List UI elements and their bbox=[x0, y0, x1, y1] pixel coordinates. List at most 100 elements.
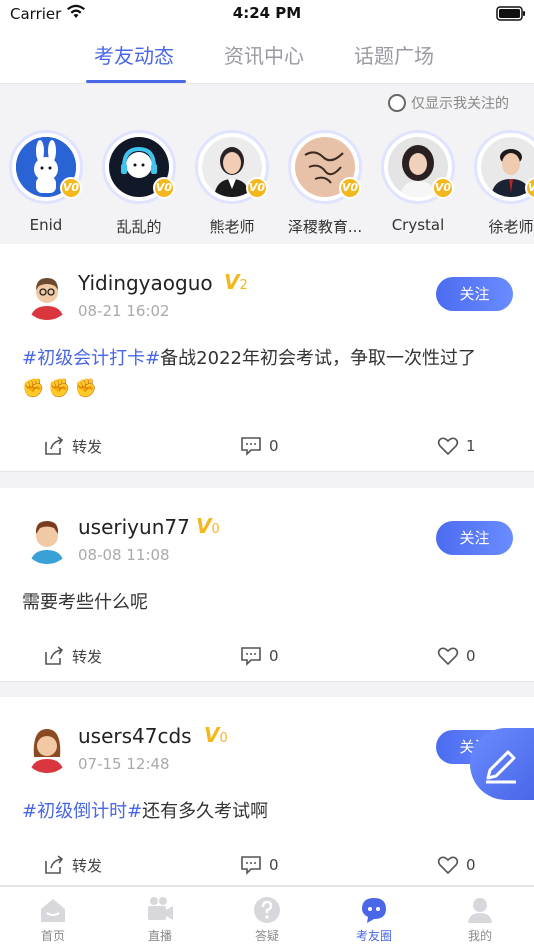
post-content: #初级倒计时#还有多久考试啊 bbox=[22, 797, 512, 827]
filter-row: 仅显示我关注的 bbox=[0, 84, 534, 120]
featured-user-name: 乱乱的 bbox=[116, 218, 162, 236]
heart-icon bbox=[437, 647, 459, 666]
home-icon bbox=[41, 899, 65, 922]
nav-live[interactable]: 直播 bbox=[125, 895, 195, 944]
comment-icon bbox=[241, 856, 261, 875]
avatar: V0 bbox=[474, 130, 534, 204]
active-tab-indicator bbox=[86, 80, 186, 83]
comment-count: 0 bbox=[269, 437, 279, 455]
heart-icon bbox=[437, 437, 459, 456]
like-button[interactable]: 0 bbox=[436, 853, 476, 877]
nav-label: 直播 bbox=[147, 929, 172, 943]
post-card[interactable]: Yidingyaoguo V2 08-21 16:02 关注 #初级会计打卡#备… bbox=[0, 244, 534, 472]
comment-icon bbox=[241, 647, 261, 666]
nav-label: 考友圈 bbox=[355, 929, 392, 943]
nav-label: 首页 bbox=[40, 929, 65, 943]
status-bar: Carrier 4:24 PM bbox=[0, 0, 534, 28]
level-number: 2 bbox=[239, 278, 248, 293]
battery-icon bbox=[496, 6, 525, 21]
featured-user-luanluan[interactable]: V0 乱乱的 bbox=[93, 130, 183, 240]
post-content: 需要考些什么呢 bbox=[22, 588, 512, 618]
vip-badge: V0 bbox=[525, 177, 534, 199]
like-count: 0 bbox=[466, 647, 476, 665]
post-username[interactable]: useriyun77 bbox=[78, 515, 190, 539]
featured-user-enid[interactable]: V0 Enid bbox=[0, 130, 90, 240]
avatar: V0 bbox=[381, 130, 455, 204]
only-following-label[interactable]: 仅显示我关注的 bbox=[411, 93, 509, 113]
nav-qa[interactable]: 答疑 bbox=[232, 895, 302, 944]
featured-user-name: Enid bbox=[29, 216, 63, 234]
avatar: V0 bbox=[102, 130, 176, 204]
forward-label: 转发 bbox=[72, 437, 103, 456]
clock: 4:24 PM bbox=[232, 4, 302, 22]
forward-button[interactable]: 转发 bbox=[42, 434, 102, 458]
nav-home[interactable]: 首页 bbox=[18, 895, 88, 944]
share-icon bbox=[45, 855, 64, 874]
avatar[interactable] bbox=[22, 270, 72, 320]
vip-badge: V0 bbox=[339, 177, 361, 199]
level-badge: V0 bbox=[204, 723, 228, 747]
user-avatar-icon bbox=[22, 723, 72, 773]
comment-button[interactable]: 0 bbox=[239, 434, 279, 458]
level-number: 0 bbox=[219, 731, 228, 746]
level-number: 0 bbox=[211, 522, 220, 537]
nav-exam-circle[interactable]: 考友圈 bbox=[339, 895, 409, 944]
avatar: V0 bbox=[9, 130, 83, 204]
like-button[interactable]: 1 bbox=[436, 434, 476, 458]
compose-button[interactable] bbox=[470, 728, 534, 800]
comment-button[interactable]: 0 bbox=[239, 644, 279, 668]
heart-icon bbox=[437, 856, 459, 875]
bottom-nav: 首页 直播 答疑 考友圈 我的 bbox=[0, 886, 534, 950]
share-icon bbox=[45, 436, 64, 455]
vip-badge: V0 bbox=[153, 177, 175, 199]
post-card[interactable]: users47cds V0 07-15 12:48 关注 #初级倒计时#还有多久… bbox=[0, 697, 534, 886]
comment-icon bbox=[241, 437, 261, 456]
level-badge: V0 bbox=[196, 514, 220, 538]
avatar: V0 bbox=[195, 130, 269, 204]
follow-button[interactable]: 关注 bbox=[436, 277, 513, 311]
vip-badge: V0 bbox=[432, 177, 454, 199]
avatar[interactable] bbox=[22, 514, 72, 564]
like-button[interactable]: 0 bbox=[436, 644, 476, 668]
pencil-icon bbox=[486, 750, 516, 784]
top-tabs: 考友动态 资讯中心 话题广场 bbox=[0, 28, 534, 84]
like-count: 1 bbox=[466, 437, 476, 455]
comment-button[interactable]: 0 bbox=[239, 853, 279, 877]
video-icon bbox=[148, 897, 173, 920]
post-username[interactable]: Yidingyaoguo bbox=[78, 271, 213, 295]
share-icon bbox=[45, 646, 64, 665]
question-icon bbox=[254, 897, 280, 923]
forward-label: 转发 bbox=[72, 856, 103, 875]
post-hashtag[interactable]: #初级会计打卡# bbox=[22, 348, 160, 369]
post-hashtag[interactable]: #初级倒计时# bbox=[22, 801, 142, 822]
only-following-checkbox[interactable] bbox=[388, 94, 406, 112]
comment-count: 0 bbox=[269, 647, 279, 665]
featured-user-teacher-xiong[interactable]: V0 熊老师 bbox=[186, 130, 276, 240]
featured-user-crystal[interactable]: V0 Crystal bbox=[372, 130, 462, 240]
tab-exam-friends[interactable]: 考友动态 bbox=[94, 40, 174, 69]
post-username[interactable]: users47cds bbox=[78, 724, 192, 748]
profile-icon bbox=[468, 898, 492, 923]
featured-user-name: 熊老师 bbox=[209, 218, 255, 236]
avatar[interactable] bbox=[22, 723, 72, 773]
follow-button[interactable]: 关注 bbox=[436, 521, 513, 555]
nav-label: 我的 bbox=[467, 929, 492, 943]
post-card[interactable]: useriyun77 V0 08-08 11:08 关注 需要考些什么呢 转发 … bbox=[0, 488, 534, 682]
tab-topic-square[interactable]: 话题广场 bbox=[354, 40, 434, 69]
fist-emoji: ✊✊✊ bbox=[22, 378, 102, 399]
post-text: 还有多久考试啊 bbox=[142, 801, 269, 822]
vip-badge: V0 bbox=[60, 177, 82, 199]
forward-button[interactable]: 转发 bbox=[42, 644, 102, 668]
chat-icon bbox=[362, 898, 386, 923]
nav-profile[interactable]: 我的 bbox=[445, 895, 515, 944]
post-time: 08-21 16:02 bbox=[78, 302, 170, 320]
avatar: V0 bbox=[288, 130, 362, 204]
level-badge: V2 bbox=[224, 270, 248, 294]
tab-news-center[interactable]: 资讯中心 bbox=[224, 40, 304, 69]
post-time: 08-08 11:08 bbox=[78, 546, 170, 564]
forward-label: 转发 bbox=[72, 647, 103, 666]
featured-user-zeji-education[interactable]: V0 泽稷教育... bbox=[279, 130, 369, 240]
featured-users-row[interactable]: V0 Enid V0 乱乱的 V0 熊老师 V0 泽稷教育... V0 Crys… bbox=[0, 120, 534, 242]
forward-button[interactable]: 转发 bbox=[42, 853, 102, 877]
featured-user-teacher-xu[interactable]: V0 徐老师 bbox=[465, 130, 534, 240]
